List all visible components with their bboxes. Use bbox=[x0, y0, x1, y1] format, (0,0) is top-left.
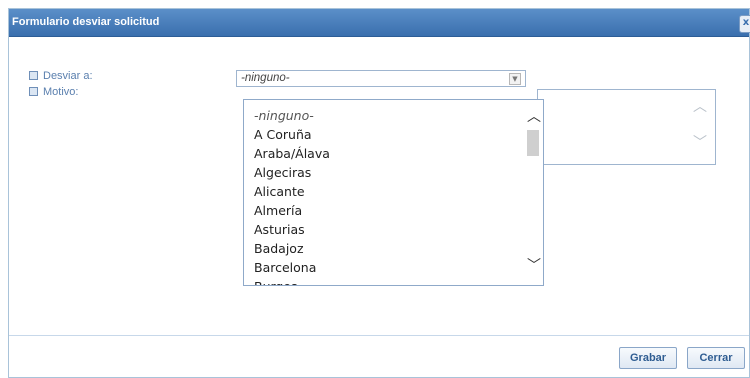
info-icon bbox=[29, 70, 38, 80]
dropdown-option[interactable]: Araba/Álava bbox=[254, 144, 330, 163]
chevron-up-icon[interactable]: ︿ bbox=[693, 96, 707, 116]
close-icon[interactable]: x bbox=[739, 15, 750, 33]
dropdown-option[interactable]: Algeciras bbox=[254, 163, 330, 182]
scrollbar-thumb[interactable] bbox=[527, 130, 539, 156]
desviar-dropdown-list[interactable]: -ninguno- A Coruña Araba/Álava Algeciras… bbox=[243, 99, 544, 286]
dropdown-option[interactable]: A Coruña bbox=[254, 125, 330, 144]
desviar-label: Desviar a: bbox=[29, 70, 93, 82]
desviar-select-value: -ninguno- bbox=[241, 72, 290, 84]
desviar-select[interactable]: -ninguno- ▼ bbox=[236, 70, 526, 87]
motivo-textarea[interactable]: ︿ ﹀ bbox=[537, 89, 716, 165]
dropdown-option[interactable]: -ninguno- bbox=[254, 106, 330, 125]
dropdown-option[interactable]: Burgos bbox=[254, 277, 330, 285]
dropdown-scrollbar[interactable]: ︿ ﹀ bbox=[525, 100, 541, 285]
dialog-title: Formulario desviar solicitud bbox=[12, 16, 160, 28]
footer-divider bbox=[9, 335, 749, 336]
dropdown-option[interactable]: Asturias bbox=[254, 220, 330, 239]
dialog-titlebar: Formulario desviar solicitud x bbox=[9, 9, 750, 37]
chevron-down-icon[interactable]: ▼ bbox=[509, 73, 521, 85]
dropdown-option[interactable]: Alicante bbox=[254, 182, 330, 201]
info-icon bbox=[29, 86, 38, 96]
dropdown-option[interactable]: Almería bbox=[254, 201, 330, 220]
chevron-up-icon[interactable]: ︿ bbox=[527, 106, 541, 126]
cerrar-button[interactable]: Cerrar bbox=[687, 347, 745, 369]
motivo-label: Motivo: bbox=[29, 86, 78, 98]
chevron-down-icon[interactable]: ﹀ bbox=[527, 255, 541, 275]
dropdown-option[interactable]: Barcelona bbox=[254, 258, 330, 277]
dropdown-option[interactable]: Badajoz bbox=[254, 239, 330, 258]
chevron-down-icon[interactable]: ﹀ bbox=[693, 132, 707, 152]
desviar-solicitud-dialog: Formulario desviar solicitud x Desviar a… bbox=[8, 8, 750, 378]
grabar-button[interactable]: Grabar bbox=[619, 347, 677, 369]
